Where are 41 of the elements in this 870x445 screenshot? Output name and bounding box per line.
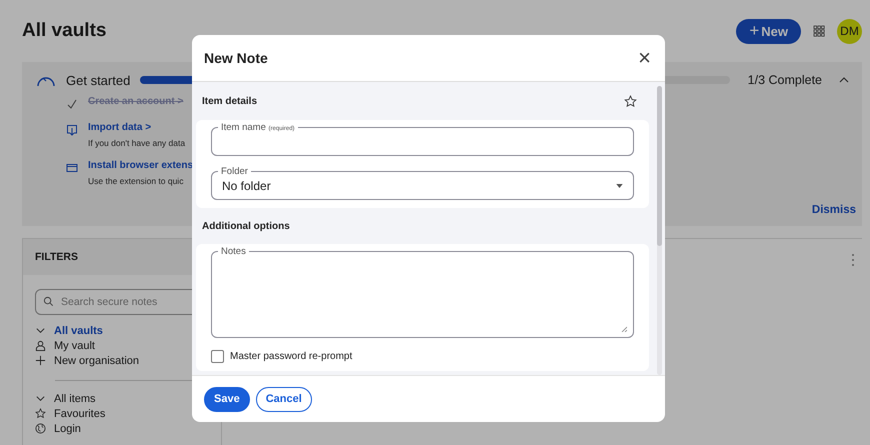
tree-item[interactable]: All vaults xyxy=(54,324,103,336)
scrollbar[interactable] xyxy=(657,86,662,375)
tree-item[interactable]: My vault xyxy=(54,340,95,352)
notes-field[interactable]: Notes xyxy=(211,246,634,338)
tree-item[interactable]: All items xyxy=(54,392,96,404)
tree-item[interactable]: New organisation xyxy=(54,354,139,366)
checkbox[interactable] xyxy=(211,350,224,363)
app-grid-icon[interactable] xyxy=(813,25,825,37)
step-description: Use the extension to quic xyxy=(88,176,184,186)
step-description: If you don't have any data xyxy=(88,138,186,148)
dismiss-link[interactable]: Dismiss xyxy=(812,204,856,216)
tree-item[interactable]: Favourites xyxy=(54,408,106,420)
globe-icon xyxy=(35,423,46,434)
star-icon[interactable] xyxy=(624,94,637,108)
more-options-icon[interactable] xyxy=(851,253,855,267)
user-avatar[interactable]: DM xyxy=(837,18,862,44)
cancel-button[interactable]: Cancel xyxy=(256,386,312,412)
filters-heading: FILTERS xyxy=(35,251,78,263)
section-heading: Additional options xyxy=(202,220,290,232)
check-icon xyxy=(66,98,78,110)
dropdown-caret-icon xyxy=(616,184,623,188)
download-monitor-icon xyxy=(66,124,78,136)
browser-window-icon xyxy=(66,162,78,174)
step-link[interactable]: Import data > xyxy=(88,122,186,133)
checkbox-label: Master password re-prompt xyxy=(230,351,352,362)
resize-handle-icon[interactable] xyxy=(621,326,627,332)
step-link[interactable]: Install browser extens xyxy=(88,160,194,171)
section-heading: Item details xyxy=(202,96,258,106)
search-icon xyxy=(43,296,54,307)
new-button[interactable]: +New xyxy=(736,18,801,44)
progress-text: 1/3 Complete xyxy=(748,73,822,87)
plus-icon xyxy=(35,355,46,366)
folder-dropdown[interactable]: Folder No folder xyxy=(211,166,634,200)
star-icon xyxy=(35,408,46,419)
close-button[interactable]: × xyxy=(634,47,655,69)
tree-item[interactable]: Login xyxy=(54,422,81,434)
dialog-title: New Note xyxy=(204,50,268,66)
save-button[interactable]: Save xyxy=(204,386,250,412)
page-title: All vaults xyxy=(22,20,106,42)
person-icon xyxy=(35,340,46,351)
get-started-title: Get started xyxy=(66,72,130,88)
